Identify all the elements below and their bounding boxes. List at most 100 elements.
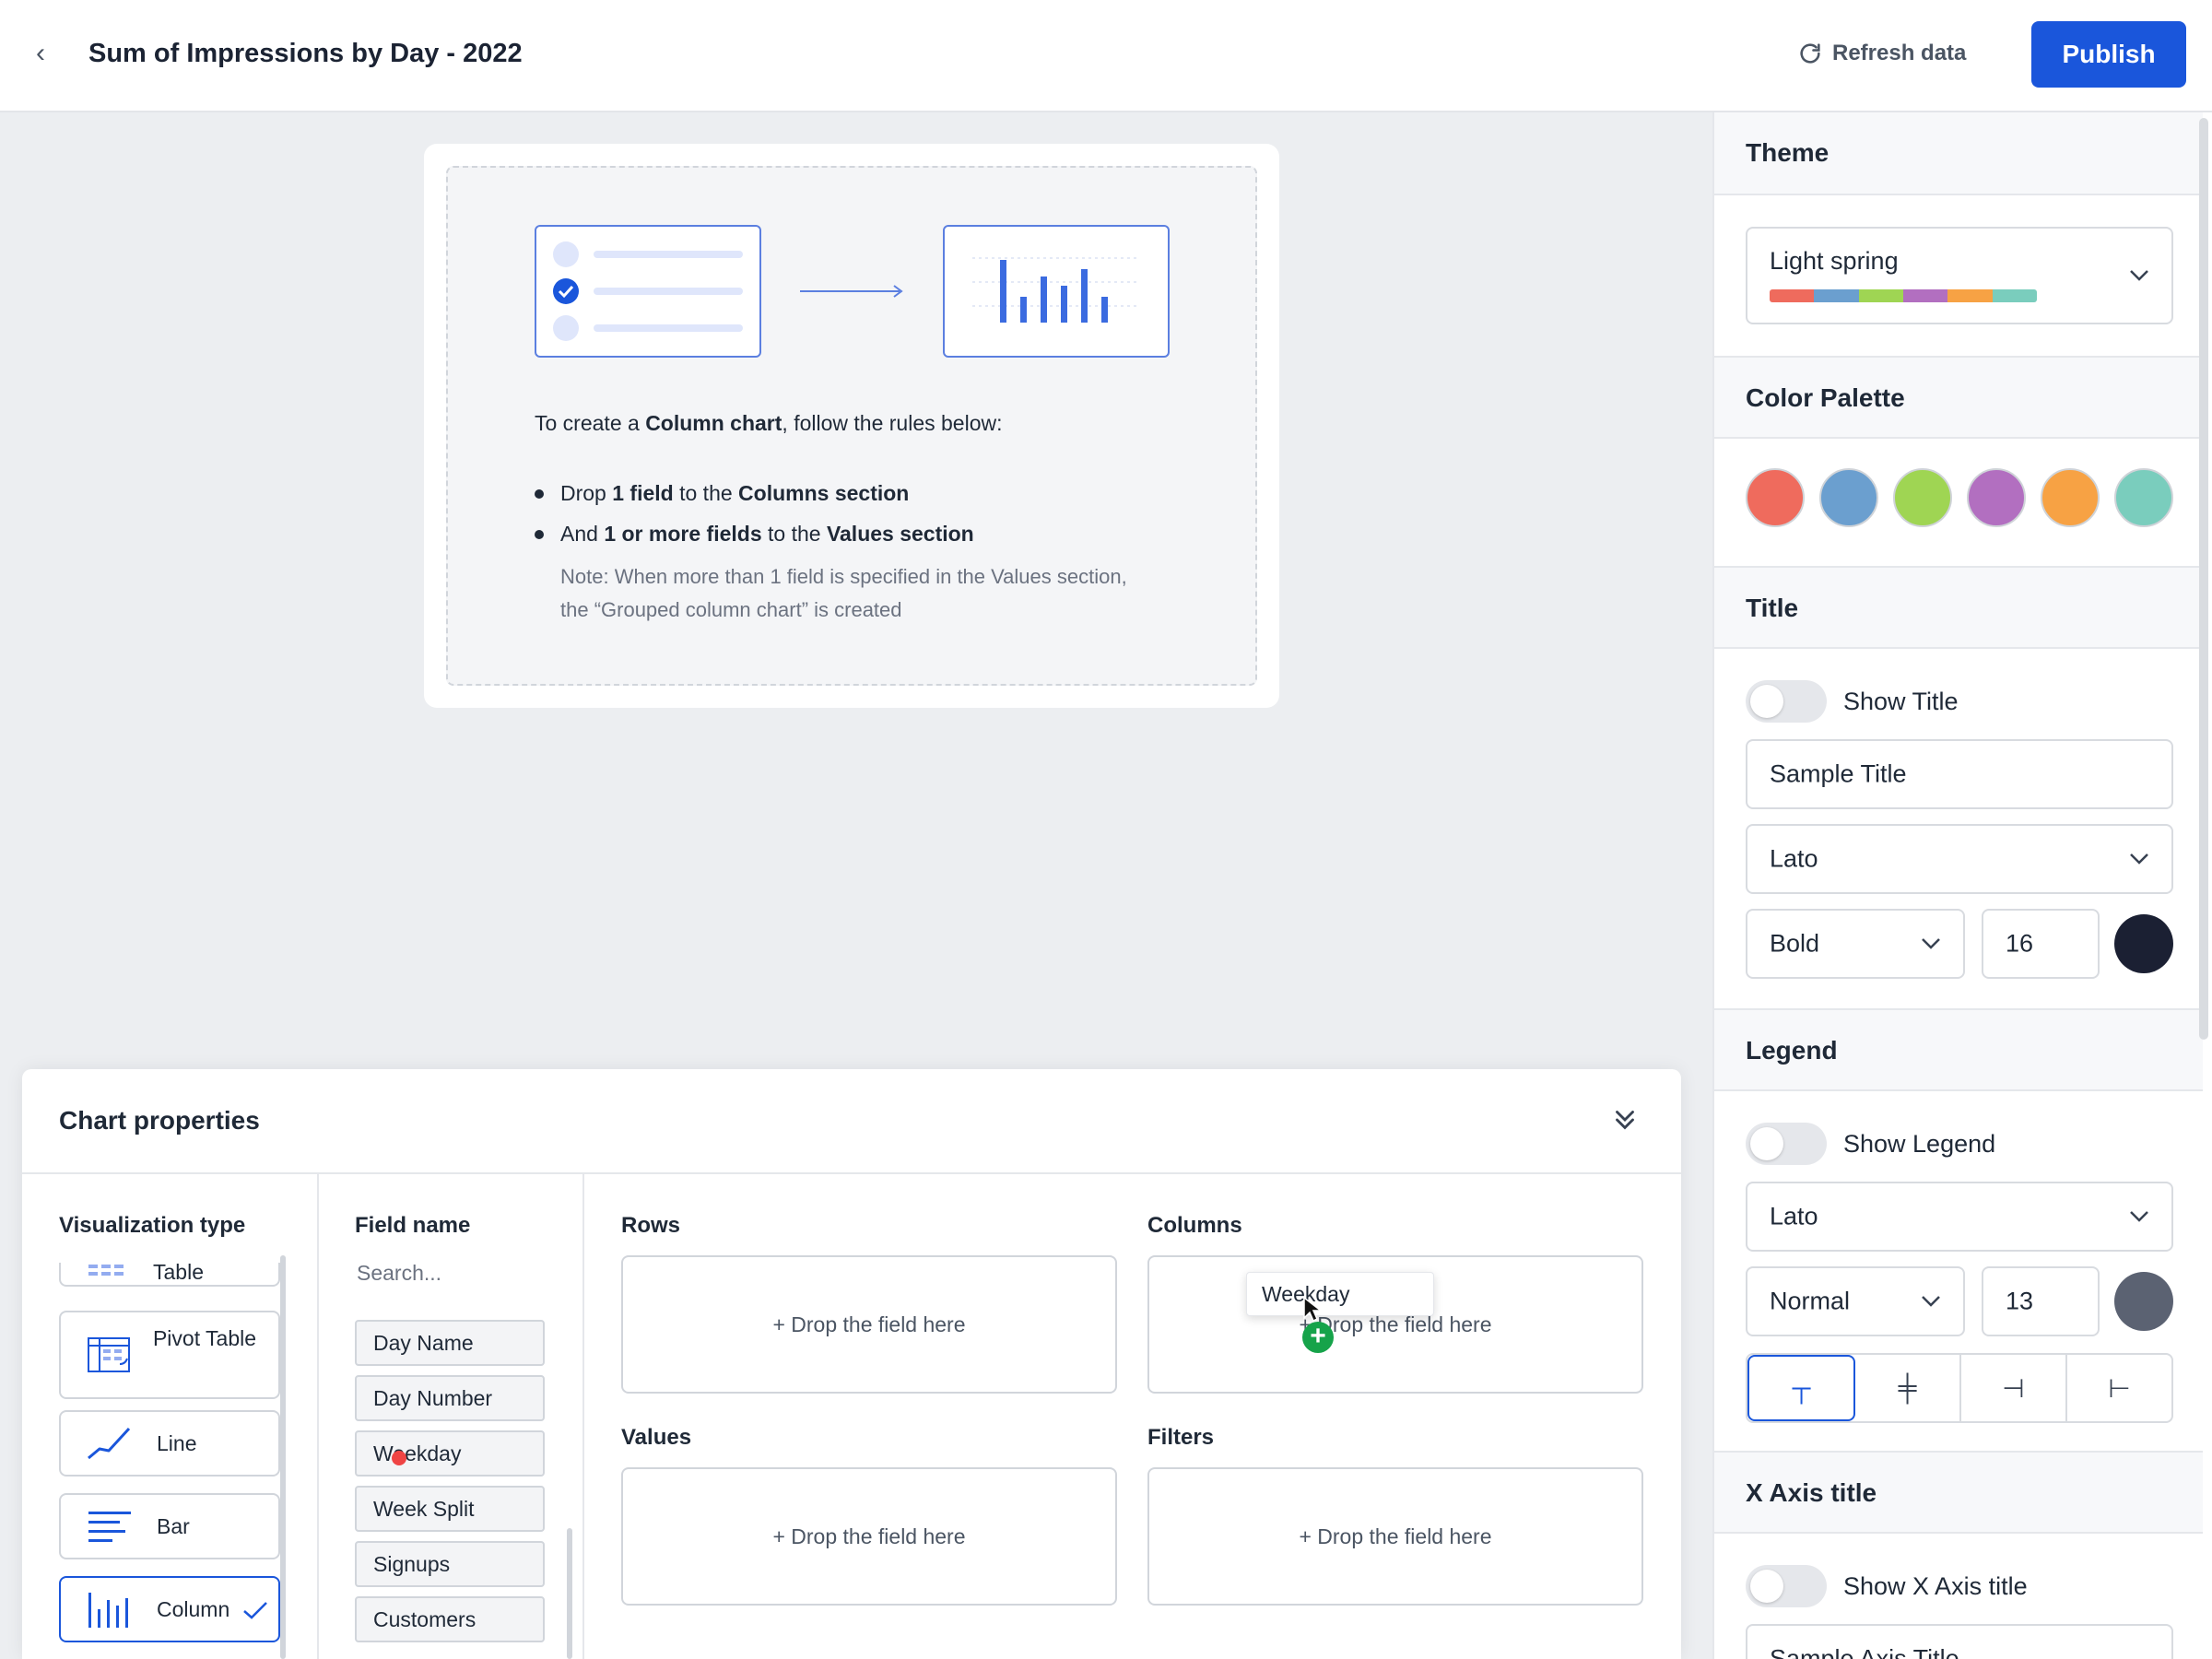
x-axis-title-input[interactable]: Sample Axis Title <box>1746 1624 2173 1659</box>
field-search-input[interactable]: Search... <box>357 1261 441 1286</box>
title-color-picker[interactable] <box>2114 914 2173 973</box>
refresh-data-button[interactable]: Refresh data <box>1797 37 1966 70</box>
legend-weight-select[interactable]: Normal <box>1746 1266 1965 1336</box>
show-legend-toggle[interactable] <box>1746 1123 1827 1165</box>
column-divider <box>317 1174 319 1659</box>
show-title-toggle[interactable] <box>1746 680 1827 723</box>
rows-title: Rows <box>621 1213 681 1238</box>
refresh-data-label: Refresh data <box>1832 41 1967 65</box>
instruction-rules: Drop 1 field to the Columns section And … <box>535 473 1235 554</box>
rule-text: And <box>560 522 605 546</box>
legend-weight-value: Normal <box>1770 1287 1851 1315</box>
theme-select-value: Light spring <box>1770 247 1899 275</box>
legend-position-bottom-icon[interactable]: ╪ <box>1855 1355 1961 1421</box>
field-chip-day-name[interactable]: Day Name <box>355 1320 545 1366</box>
color-palette-section-header: Color Palette <box>1714 356 2203 439</box>
theme-section-title: Theme <box>1746 138 1830 167</box>
page-title: Sum of Impressions by Day - 2022 <box>88 39 523 68</box>
legend-position-right-icon[interactable]: ⊣ <box>1961 1355 2067 1421</box>
title-size-input[interactable]: 16 <box>1982 909 2100 979</box>
top-bar: ‹ Sum of Impressions by Day - 2022 Refre… <box>0 0 2212 112</box>
color-swatch[interactable] <box>1967 468 2026 527</box>
theme-select[interactable]: Light spring <box>1746 227 2173 324</box>
viz-type-label: Table <box>153 1263 204 1284</box>
rule-item: Drop 1 field to the Columns section <box>535 473 1235 513</box>
show-x-axis-title-toggle[interactable] <box>1746 1565 1827 1607</box>
color-swatch[interactable] <box>1893 468 1952 527</box>
theme-strip-segment <box>1858 289 1903 302</box>
columns-title: Columns <box>1147 1213 1242 1238</box>
add-plus-icon: + <box>1302 1322 1334 1353</box>
filters-drop-zone[interactable]: + Drop the field here <box>1147 1467 1643 1606</box>
values-title: Values <box>621 1425 692 1450</box>
viz-type-bar[interactable]: Bar <box>59 1493 280 1559</box>
viz-type-pivot-table[interactable]: Pivot Table <box>59 1311 280 1399</box>
field-chip-signups[interactable]: Signups <box>355 1541 545 1587</box>
field-chip-day-number[interactable]: Day Number <box>355 1375 545 1421</box>
chevron-down-icon <box>1922 938 1940 949</box>
viz-type-line[interactable]: Line <box>59 1410 280 1477</box>
line-chart-icon <box>88 1427 131 1460</box>
bar-chart-icon <box>88 1512 131 1542</box>
field-list-scrollbar[interactable] <box>567 1528 572 1659</box>
rule-text: to the <box>673 481 739 505</box>
refresh-icon <box>1800 43 1820 64</box>
show-x-axis-title-label: Show X Axis title <box>1843 1572 2028 1600</box>
chevron-down-icon <box>2130 270 2148 281</box>
viz-type-label: Line <box>157 1431 197 1455</box>
table-icon <box>88 1265 124 1276</box>
arrow-right-icon <box>800 285 903 298</box>
chevron-down-icon <box>2130 853 2148 865</box>
pivot-table-icon <box>88 1337 130 1372</box>
chevron-down-icon <box>2130 1211 2148 1222</box>
title-text-value: Sample Title <box>1770 759 1907 788</box>
filters-title: Filters <box>1147 1425 1215 1450</box>
publish-button[interactable]: Publish <box>2031 21 2186 88</box>
theme-strip-segment <box>1814 289 1859 302</box>
visualization-type-title: Visualization type <box>59 1213 246 1238</box>
x-axis-title-value: Sample Axis Title <box>1770 1644 1959 1659</box>
sidebar-scrollbar[interactable] <box>2199 118 2208 1040</box>
viz-type-column[interactable]: Column <box>59 1576 280 1642</box>
title-section-header: Title <box>1714 566 2203 649</box>
rule-text: to the <box>761 522 827 546</box>
rule-text: Drop <box>560 481 613 505</box>
back-chevron-icon[interactable]: ‹ <box>24 37 57 70</box>
viz-type-scrollbar[interactable] <box>280 1255 286 1659</box>
color-swatch[interactable] <box>2114 468 2173 527</box>
viz-type-table[interactable]: Table <box>59 1263 280 1287</box>
title-weight-select[interactable]: Bold <box>1746 909 1965 979</box>
legend-size-input[interactable]: 13 <box>1982 1266 2100 1336</box>
instruction-text: To create a Column chart, follow the rul… <box>535 411 1003 436</box>
collapse-chevrons-icon[interactable] <box>1609 1104 1641 1135</box>
column-chart-illustration-icon <box>943 225 1170 358</box>
rows-drop-zone[interactable]: + Drop the field here <box>621 1255 1117 1394</box>
field-chip-weekday[interactable]: Weekday <box>355 1430 545 1477</box>
title-font-select[interactable]: Lato <box>1746 824 2173 894</box>
drop-hint: + Drop the field here <box>1299 1524 1492 1548</box>
title-section-title: Title <box>1746 594 1799 622</box>
field-chip-customers[interactable]: Customers <box>355 1596 545 1642</box>
legend-position-left-icon[interactable]: ⊢ <box>2067 1355 2171 1421</box>
title-text-input[interactable]: Sample Title <box>1746 739 2173 809</box>
checkmark-icon <box>243 1602 267 1619</box>
drop-hint: + Drop the field here <box>772 1312 966 1336</box>
theme-color-strip <box>1770 289 2037 302</box>
drop-hint: + Drop the field here <box>772 1524 966 1548</box>
x-axis-section-title: X Axis title <box>1746 1478 1877 1507</box>
chevron-down-icon <box>1922 1296 1940 1307</box>
theme-strip-segment <box>1992 289 2037 302</box>
color-swatch[interactable] <box>2041 468 2100 527</box>
legend-size-value: 13 <box>2006 1287 2034 1315</box>
field-chip-week-split[interactable]: Week Split <box>355 1486 545 1532</box>
color-swatch[interactable] <box>1819 468 1878 527</box>
legend-font-select[interactable]: Lato <box>1746 1182 2173 1252</box>
color-swatch[interactable] <box>1746 468 1805 527</box>
rule-bold: 1 field <box>612 481 674 505</box>
legend-color-picker[interactable] <box>2114 1272 2173 1331</box>
theme-strip-segment <box>1947 289 1993 302</box>
legend-position-top-icon[interactable]: ┬ <box>1747 1355 1855 1421</box>
instruction-chart-type: Column chart <box>645 411 782 435</box>
values-drop-zone[interactable]: + Drop the field here <box>621 1467 1117 1606</box>
rule-bold: 1 or more fields <box>604 522 762 546</box>
